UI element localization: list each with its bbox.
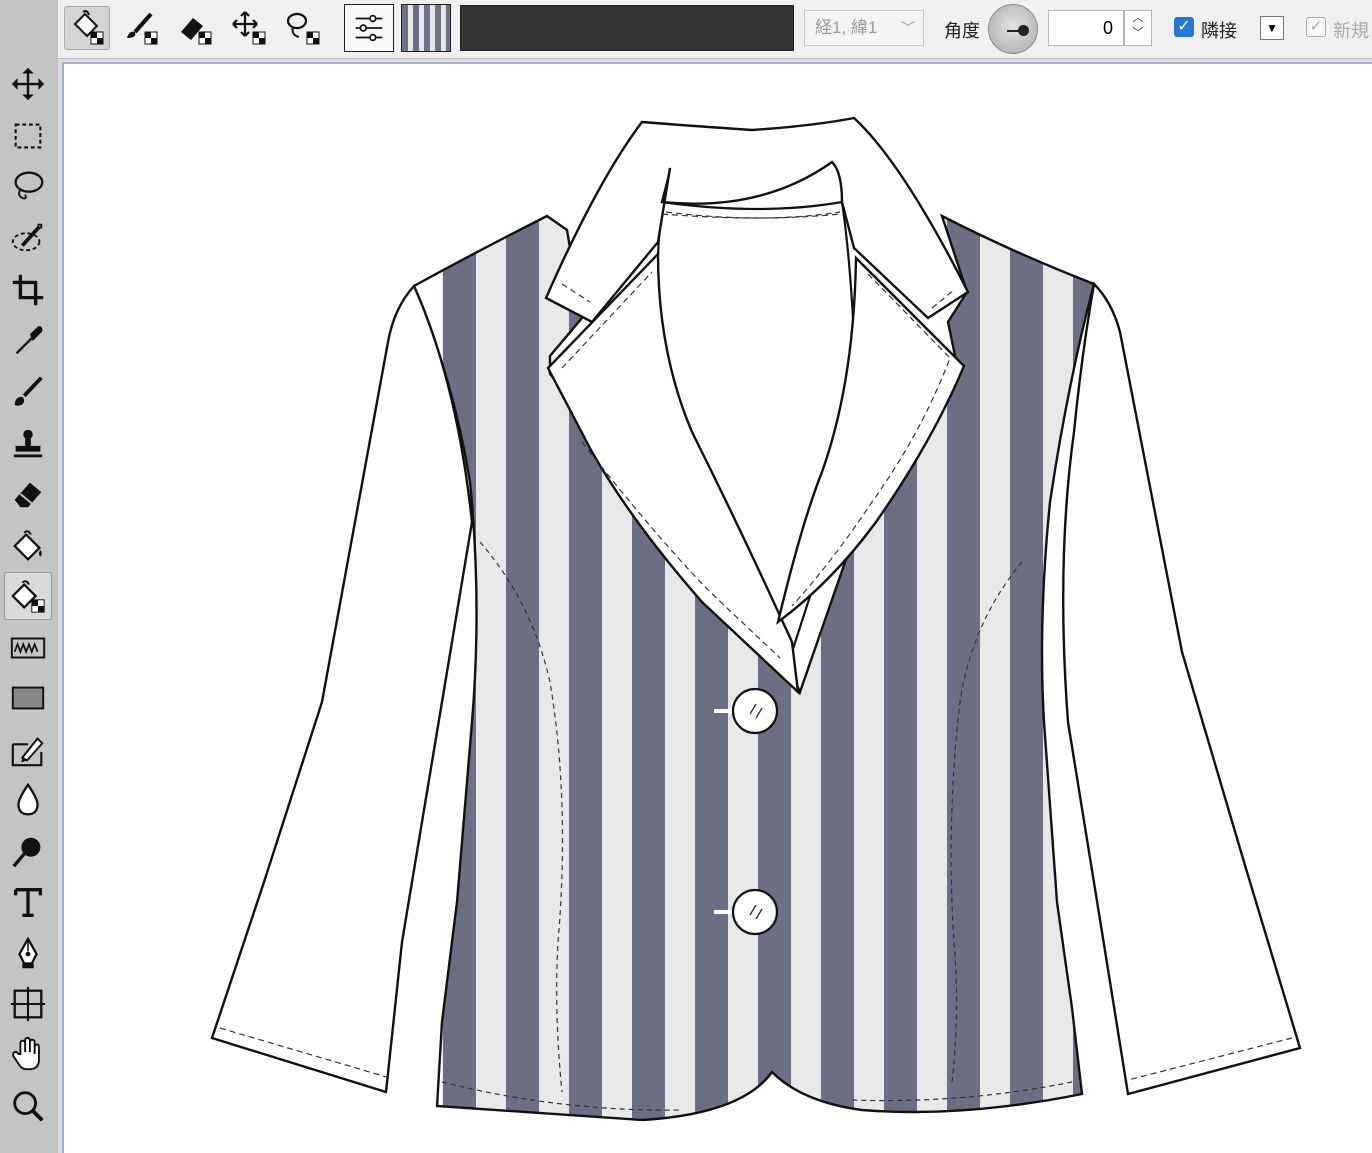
lasso-icon [14, 171, 44, 200]
tool-wave[interactable] [4, 624, 52, 672]
tool-brush[interactable] [4, 368, 52, 416]
paint-bucket-icon [13, 530, 42, 561]
crop-icon [12, 274, 44, 306]
brush-icon [14, 376, 43, 406]
pattern-bucket-icon [11, 580, 45, 613]
tool-quick-select[interactable] [4, 214, 52, 262]
tool-eyedropper[interactable] [4, 316, 52, 364]
bucket-fill-icon [73, 10, 104, 45]
tool-zoom[interactable] [4, 1082, 52, 1130]
fill-mode-bucket-button[interactable] [64, 6, 110, 50]
pen-icon [18, 936, 38, 969]
zoom-icon [13, 1091, 44, 1122]
spin-down-icon[interactable]: ﹀ [1125, 26, 1151, 41]
contiguous-checkbox[interactable]: ✓ [1174, 17, 1194, 37]
tool-transform[interactable] [4, 980, 52, 1028]
tool-pen[interactable] [4, 930, 52, 978]
spin-up-icon[interactable]: ︿ [1125, 11, 1151, 26]
left-sleeve [210, 283, 474, 1094]
stamp-icon [13, 429, 43, 458]
angle-label: 角度 [944, 21, 980, 41]
tool-blur[interactable] [4, 776, 52, 824]
tool-move[interactable] [4, 60, 52, 108]
eraser-fill-icon [181, 18, 212, 45]
toolbar-corner [0, 0, 58, 58]
lasso-fill-icon [286, 12, 320, 45]
new-layer-checkbox[interactable]: ✓ [1306, 17, 1326, 37]
right-sleeve [1062, 281, 1302, 1096]
fill-mode-move-button[interactable] [226, 6, 272, 50]
brush-fill-icon [127, 12, 158, 45]
tool-edit[interactable] [4, 726, 52, 774]
pattern-swatch[interactable] [401, 4, 451, 52]
rectangle-marquee-icon [14, 123, 42, 149]
jacket-sketch [210, 116, 1302, 1122]
tool-crop[interactable] [4, 266, 52, 314]
fill-mode-lasso-button[interactable] [280, 6, 326, 50]
eraser-icon [14, 482, 42, 508]
pattern-settings-button[interactable] [344, 4, 394, 52]
tool-rectangle-marquee[interactable] [4, 112, 52, 160]
tool-lasso[interactable] [4, 162, 52, 210]
angle-dial[interactable] [988, 4, 1038, 54]
dial-knob [1018, 25, 1029, 36]
tool-clone-stamp[interactable] [4, 420, 52, 468]
eyedropper-icon [15, 326, 43, 355]
magic-wand-icon [11, 223, 43, 252]
dodge-icon [12, 837, 41, 868]
fill-mode-brush-button[interactable] [118, 6, 164, 50]
document-canvas[interactable] [62, 62, 1372, 1153]
tool-pattern-bucket[interactable] [4, 572, 52, 620]
grid-transform-icon [10, 986, 46, 1022]
chevron-down-icon: ﹀ [901, 20, 915, 36]
tool-text[interactable] [4, 878, 52, 926]
options-bar: 経1, 緯1 ﹀ 角度 ︿ ﹀ ✓ 隣接 ▼ ✓ 新規 [0, 0, 1372, 59]
tool-rectangle-shape[interactable] [4, 674, 52, 722]
sliders-icon [355, 14, 383, 42]
fill-color-swatch[interactable] [460, 5, 794, 51]
angle-spinner[interactable]: ︿ ﹀ [1124, 10, 1152, 46]
tool-eraser[interactable] [4, 470, 52, 518]
tool-dodge[interactable] [4, 828, 52, 876]
text-icon [13, 887, 43, 917]
edit-icon [11, 737, 44, 767]
rectangle-shape-icon [11, 686, 45, 710]
toolbox [0, 58, 58, 1153]
move-icon [11, 67, 45, 101]
move-fill-icon [232, 11, 266, 45]
contiguous-label: 隣接 [1201, 21, 1237, 41]
new-layer-label: 新規 [1333, 21, 1369, 41]
fill-mode-eraser-button[interactable] [172, 6, 218, 50]
sampling-select-value: 経1, 緯1 [815, 18, 878, 37]
wave-icon [10, 637, 46, 659]
angle-input[interactable] [1048, 10, 1124, 46]
sampling-select[interactable]: 経1, 緯1 ﹀ [804, 10, 924, 46]
hand-icon [12, 1036, 40, 1071]
mode-dropdown[interactable]: ▼ [1260, 16, 1284, 40]
tool-paint-bucket[interactable] [4, 522, 52, 570]
tool-hand[interactable] [4, 1030, 52, 1078]
blur-drop-icon [17, 782, 39, 816]
